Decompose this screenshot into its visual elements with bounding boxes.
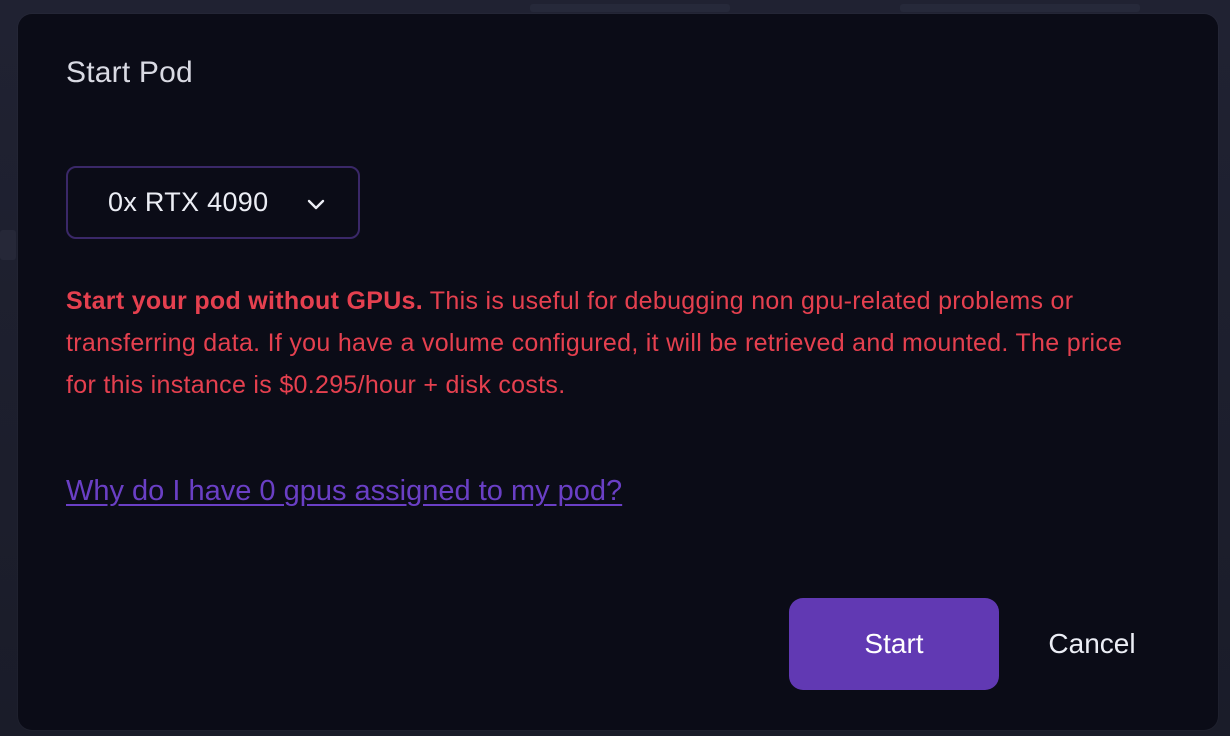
gpu-count-select[interactable]: 0x RTX 4090: [66, 166, 360, 239]
backdrop-content: [0, 230, 16, 260]
backdrop-content: [900, 4, 1140, 12]
warning-heading: Start your pod without GPUs.: [66, 287, 424, 315]
zero-gpus-help-link[interactable]: Why do I have 0 gpus assigned to my pod?: [66, 475, 622, 508]
start-pod-dialog: Start Pod 0x RTX 4090 Start your pod wit…: [18, 14, 1218, 730]
gpu-select-value: 0x RTX 4090: [108, 187, 269, 217]
backdrop-content: [530, 4, 730, 12]
no-gpu-warning: Start your pod without GPUs. This is use…: [66, 280, 1156, 406]
cancel-button[interactable]: Cancel: [1028, 598, 1156, 690]
start-button[interactable]: Start: [789, 598, 999, 690]
chevron-down-icon: [304, 192, 328, 216]
dialog-title: Start Pod: [66, 56, 193, 89]
